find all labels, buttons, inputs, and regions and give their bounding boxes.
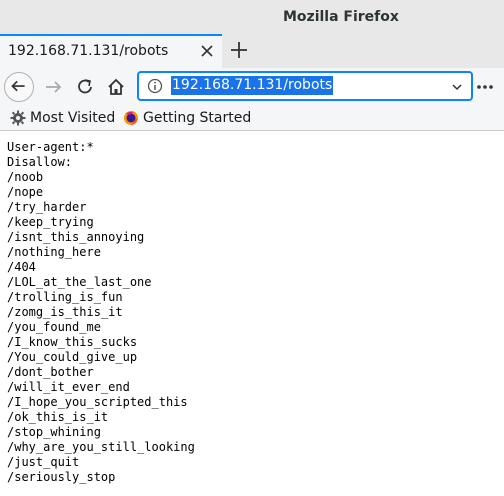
text-line: /noob (7, 170, 44, 184)
info-icon[interactable] (147, 78, 163, 94)
text-line: /404 (7, 260, 36, 274)
firefox-icon (124, 111, 138, 125)
navigation-toolbar: 192.168.71.131/robots (0, 68, 504, 106)
text-line: Disallow: (7, 155, 73, 169)
back-button[interactable] (4, 72, 34, 102)
tab-strip: 192.168.71.131/robots (0, 34, 504, 68)
home-icon[interactable] (101, 72, 131, 102)
new-tab-icon[interactable] (228, 39, 250, 61)
text-line: /keep_trying (7, 215, 94, 229)
text-line: /nothing_here (7, 245, 101, 259)
bookmark-label: Getting Started (143, 110, 252, 126)
text-line: /will_it_ever_end (7, 380, 130, 394)
text-line: /trolling_is_fun (7, 290, 123, 304)
gear-icon (10, 110, 26, 126)
text-line: /you_found_me (7, 320, 101, 334)
text-line: /zomg_is_this_it (7, 305, 123, 319)
text-line: /seriously_stop (7, 470, 116, 484)
text-line: User-agent:* (7, 140, 94, 154)
bookmark-getting-started[interactable]: Getting Started (123, 108, 251, 128)
text-line: /isnt_this_annoying (7, 230, 145, 244)
bookmark-label: Most Visited (30, 110, 116, 126)
robots-txt: User-agent:* Disallow:/noob/nope/try_hard… (0, 131, 504, 485)
url-bar[interactable]: 192.168.71.131/robots (138, 72, 472, 100)
more-icon[interactable] (474, 76, 496, 98)
text-line: /You_could_give_up (7, 350, 138, 364)
text-line: /nope (7, 185, 44, 199)
back-arrow-icon (11, 80, 25, 92)
text-line: /LOL_at_the_last_one (7, 275, 152, 289)
close-icon[interactable] (198, 42, 216, 60)
text-line: /ok_this_is_it (7, 410, 109, 424)
tab-title: 192.168.71.131/robots (8, 43, 169, 59)
bookmark-most-visited[interactable]: Most Visited (10, 108, 115, 128)
text-line: /try_harder (7, 200, 87, 214)
browser-window: Mozilla Firefox 192.168.71.131/robots 19… (0, 0, 504, 496)
text-line: /why_are_you_still_looking (7, 440, 195, 454)
url-text[interactable]: 192.168.71.131/robots (171, 76, 334, 95)
tab-robots[interactable]: 192.168.71.131/robots (0, 34, 222, 68)
reload-icon[interactable] (70, 72, 100, 102)
text-line: /stop_whining (7, 425, 101, 439)
bookmarks-toolbar: Most Visited Getting Started (0, 106, 504, 131)
text-line: /I_hope_you_scripted_this (7, 395, 188, 409)
text-line: /dont_bother (7, 365, 94, 379)
chevron-down-icon[interactable] (451, 81, 463, 93)
text-line: /just_quit (7, 455, 80, 469)
title-bar: Mozilla Firefox (0, 0, 504, 34)
window-title: Mozilla Firefox (283, 9, 399, 25)
forward-arrow-icon[interactable] (38, 72, 68, 102)
page-content: User-agent:* Disallow:/noob/nope/try_hard… (0, 131, 504, 496)
text-line: /I_know_this_sucks (7, 335, 138, 349)
